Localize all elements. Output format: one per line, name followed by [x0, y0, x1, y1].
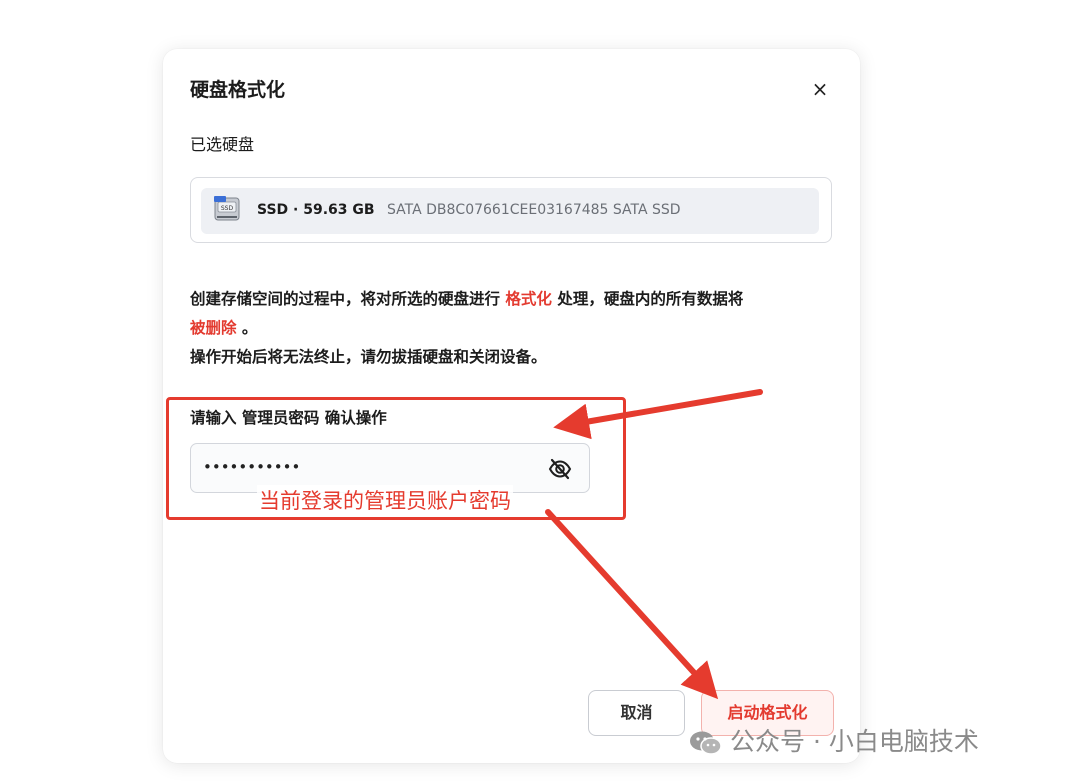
dialog-title: 硬盘格式化	[190, 79, 286, 101]
warning-part3: 。	[236, 319, 258, 337]
close-icon[interactable]: ×	[808, 77, 832, 101]
disk-name: SSD · 59.63 GB	[257, 202, 375, 218]
ssd-disk-icon: SSD	[214, 196, 240, 221]
svg-text:SSD: SSD	[221, 205, 234, 212]
warning-part1: 创建存储空间的过程中，将对所选的硬盘进行	[190, 290, 506, 308]
selected-disk-label: 已选硬盘	[190, 135, 255, 154]
disk-info: SSD · 59.63 GB SATA DB8C07661CEE03167485…	[257, 202, 681, 218]
disk-item: SSD SSD · 59.63 GB SATA DB8C07661CEE0316…	[201, 188, 819, 234]
disk-meta: SATA DB8C07661CEE03167485 SATA SSD	[387, 202, 681, 218]
wechat-icon	[690, 731, 722, 755]
warning-text: 创建存储空间的过程中，将对所选的硬盘进行 格式化 处理，硬盘内的所有数据将 被删…	[190, 285, 840, 372]
selected-disk-box: SSD SSD · 59.63 GB SATA DB8C07661CEE0316…	[190, 177, 832, 243]
warning-line2: 操作开始后将无法终止，请勿拔插硬盘和关闭设备。	[190, 348, 547, 366]
annotation-text: 当前登录的管理员账户密码	[257, 485, 513, 515]
watermark: 公众号 · 小白电脑技术	[688, 722, 979, 758]
warning-highlight-format: 格式化	[505, 290, 552, 308]
cancel-button[interactable]: 取消	[588, 690, 685, 736]
watermark-text: 公众号 · 小白电脑技术	[730, 727, 979, 756]
warning-part2: 处理，硬盘内的所有数据将	[551, 290, 744, 308]
warning-highlight-delete: 被删除	[190, 319, 237, 337]
